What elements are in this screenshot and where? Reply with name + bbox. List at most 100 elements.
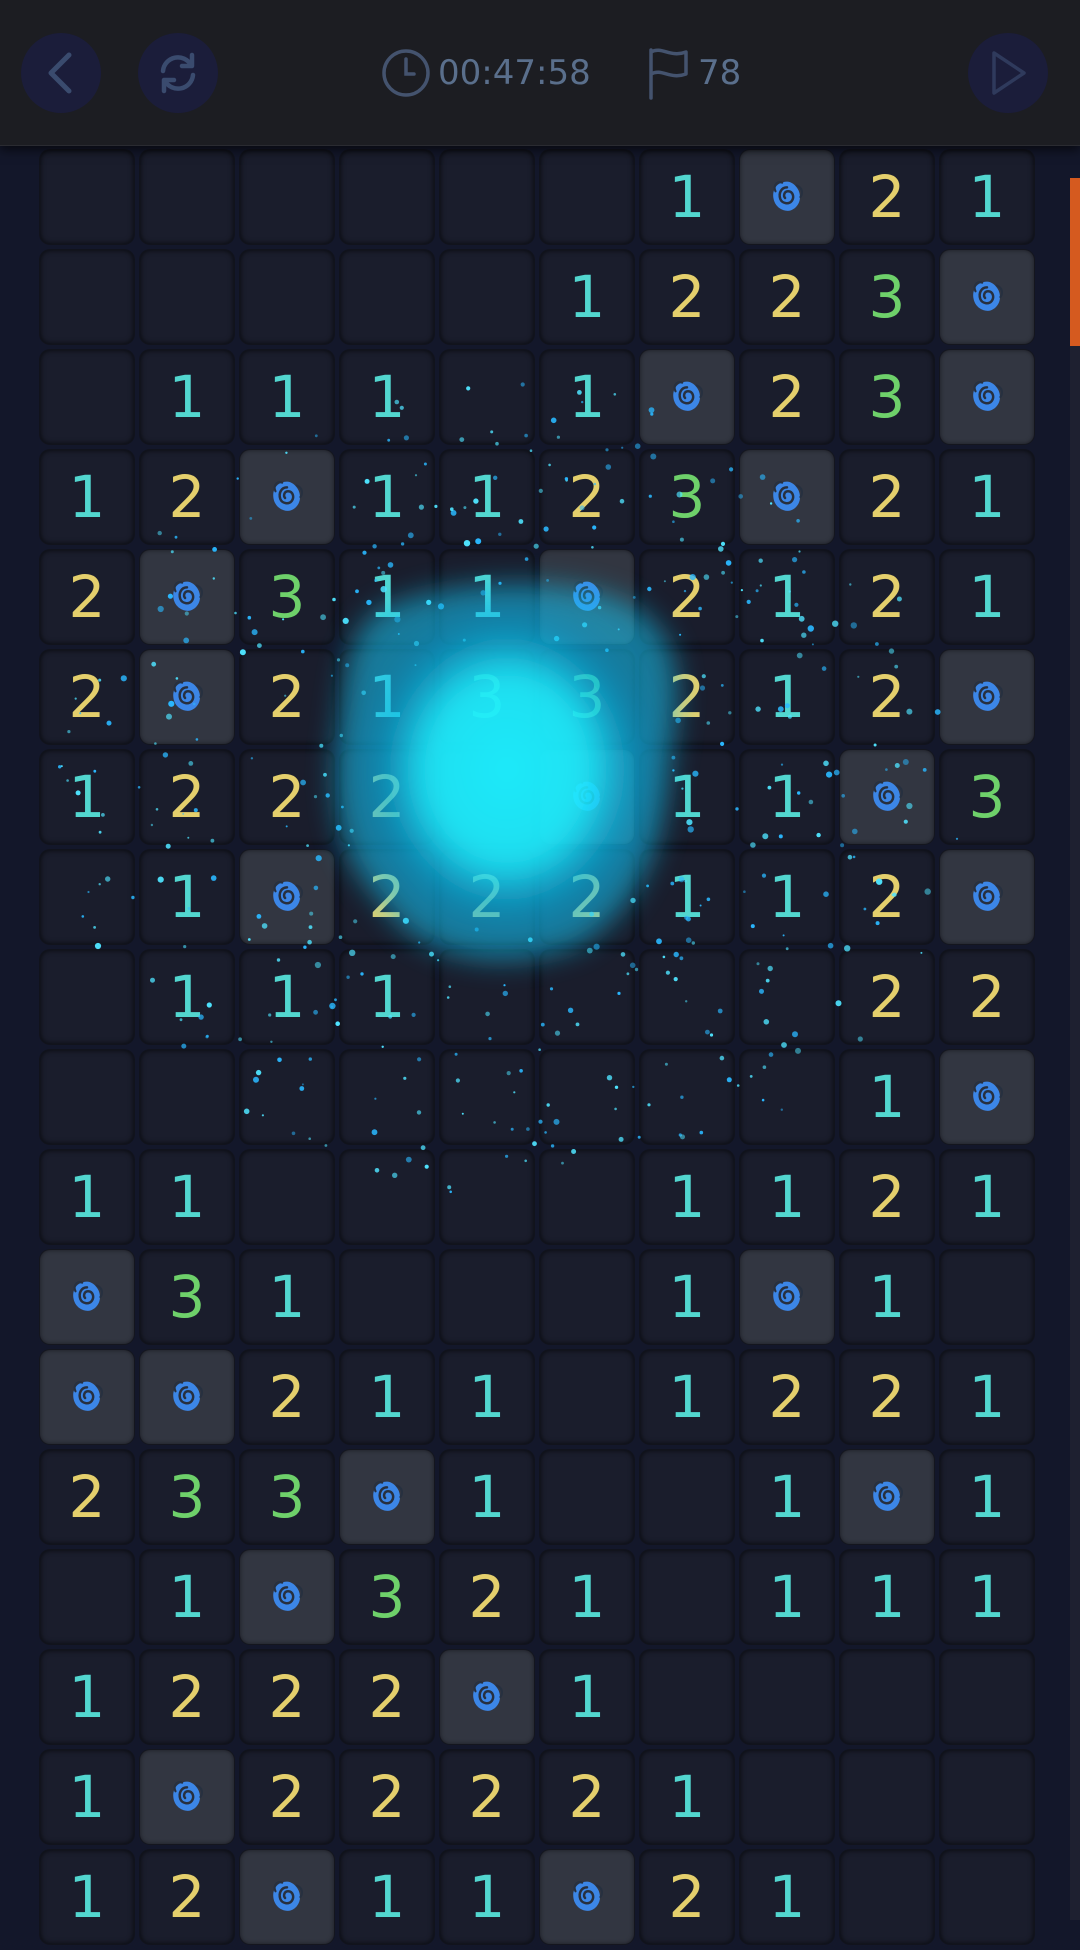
empty-cell[interactable] — [540, 1050, 634, 1144]
number-cell[interactable]: 1 — [240, 350, 334, 444]
number-cell[interactable]: 2 — [40, 550, 134, 644]
number-cell[interactable]: 1 — [440, 450, 534, 544]
number-cell[interactable]: 1 — [40, 1650, 134, 1744]
empty-cell[interactable] — [840, 1750, 934, 1844]
number-cell[interactable]: 1 — [940, 1350, 1034, 1444]
empty-cell[interactable] — [440, 950, 534, 1044]
number-cell[interactable]: 2 — [940, 950, 1034, 1044]
number-cell[interactable]: 1 — [740, 1850, 834, 1944]
number-cell[interactable]: 3 — [940, 750, 1034, 844]
mine-cell[interactable] — [40, 1250, 134, 1344]
number-cell[interactable]: 1 — [640, 1350, 734, 1444]
number-cell[interactable]: 1 — [40, 1150, 134, 1244]
empty-cell[interactable] — [940, 1850, 1034, 1944]
restart-button[interactable] — [138, 33, 218, 113]
empty-cell[interactable] — [840, 1650, 934, 1744]
empty-cell[interactable] — [540, 1450, 634, 1544]
number-cell[interactable]: 1 — [240, 1250, 334, 1344]
empty-cell[interactable] — [640, 1450, 734, 1544]
empty-cell[interactable] — [540, 150, 634, 244]
number-cell[interactable]: 1 — [140, 950, 234, 1044]
mine-cell[interactable] — [440, 1650, 534, 1744]
number-cell[interactable]: 1 — [640, 1250, 734, 1344]
empty-cell[interactable] — [440, 1050, 534, 1144]
number-cell[interactable]: 3 — [340, 1550, 434, 1644]
number-cell[interactable]: 1 — [140, 1150, 234, 1244]
empty-cell[interactable] — [40, 1050, 134, 1144]
number-cell[interactable]: 1 — [140, 850, 234, 944]
number-cell[interactable]: 2 — [740, 1350, 834, 1444]
empty-cell[interactable] — [440, 150, 534, 244]
number-cell[interactable]: 1 — [440, 1450, 534, 1544]
number-cell[interactable]: 1 — [540, 1550, 634, 1644]
number-cell[interactable]: 3 — [240, 550, 334, 644]
mine-cell[interactable] — [940, 1050, 1034, 1144]
number-cell[interactable]: 2 — [640, 550, 734, 644]
mine-cell[interactable] — [240, 850, 334, 944]
number-cell[interactable]: 2 — [340, 750, 434, 844]
back-button[interactable] — [21, 33, 101, 113]
number-cell[interactable]: 2 — [540, 450, 634, 544]
empty-cell[interactable] — [340, 150, 434, 244]
empty-cell[interactable] — [140, 250, 234, 344]
mine-cell[interactable] — [40, 1350, 134, 1444]
empty-cell[interactable] — [540, 1150, 634, 1244]
number-cell[interactable]: 2 — [440, 1750, 534, 1844]
number-cell[interactable]: 3 — [140, 1450, 234, 1544]
number-cell[interactable]: 2 — [140, 1650, 234, 1744]
mine-cell[interactable] — [140, 1350, 234, 1444]
number-cell[interactable]: 3 — [640, 450, 734, 544]
empty-cell[interactable] — [140, 1050, 234, 1144]
number-cell[interactable]: 2 — [540, 850, 634, 944]
mine-cell[interactable] — [140, 1750, 234, 1844]
play-button[interactable] — [968, 33, 1048, 113]
number-cell[interactable]: 1 — [340, 550, 434, 644]
number-cell[interactable]: 1 — [840, 1250, 934, 1344]
mine-cell[interactable] — [940, 350, 1034, 444]
empty-cell[interactable] — [440, 750, 534, 844]
mine-cell[interactable] — [740, 150, 834, 244]
empty-cell[interactable] — [440, 250, 534, 344]
number-cell[interactable]: 2 — [840, 550, 934, 644]
empty-cell[interactable] — [40, 150, 134, 244]
mine-cell[interactable] — [340, 1450, 434, 1544]
number-cell[interactable]: 2 — [240, 1650, 334, 1744]
mine-cell[interactable] — [140, 650, 234, 744]
number-cell[interactable]: 1 — [740, 750, 834, 844]
number-cell[interactable]: 1 — [940, 150, 1034, 244]
mine-cell[interactable] — [940, 850, 1034, 944]
empty-cell[interactable] — [440, 350, 534, 444]
empty-cell[interactable] — [240, 150, 334, 244]
empty-cell[interactable] — [640, 950, 734, 1044]
number-cell[interactable]: 2 — [140, 750, 234, 844]
number-cell[interactable]: 1 — [640, 750, 734, 844]
mine-cell[interactable] — [840, 750, 934, 844]
number-cell[interactable]: 1 — [840, 1050, 934, 1144]
number-cell[interactable]: 2 — [840, 1350, 934, 1444]
empty-cell[interactable] — [440, 1250, 534, 1344]
empty-cell[interactable] — [440, 1150, 534, 1244]
scrollbar[interactable] — [1070, 178, 1080, 1920]
number-cell[interactable]: 1 — [740, 650, 834, 744]
empty-cell[interactable] — [240, 1150, 334, 1244]
empty-cell[interactable] — [640, 1550, 734, 1644]
empty-cell[interactable] — [740, 1050, 834, 1144]
number-cell[interactable]: 1 — [940, 550, 1034, 644]
number-cell[interactable]: 3 — [840, 350, 934, 444]
empty-cell[interactable] — [340, 250, 434, 344]
number-cell[interactable]: 1 — [740, 1550, 834, 1644]
number-cell[interactable]: 1 — [140, 1550, 234, 1644]
empty-cell[interactable] — [140, 150, 234, 244]
number-cell[interactable]: 3 — [840, 250, 934, 344]
number-cell[interactable]: 1 — [740, 1450, 834, 1544]
number-cell[interactable]: 2 — [540, 1750, 634, 1844]
number-cell[interactable]: 1 — [340, 1350, 434, 1444]
number-cell[interactable]: 1 — [40, 1750, 134, 1844]
number-cell[interactable]: 2 — [40, 1450, 134, 1544]
empty-cell[interactable] — [940, 1750, 1034, 1844]
mine-cell[interactable] — [740, 450, 834, 544]
number-cell[interactable]: 3 — [240, 1450, 334, 1544]
number-cell[interactable]: 1 — [240, 950, 334, 1044]
empty-cell[interactable] — [40, 1550, 134, 1644]
empty-cell[interactable] — [40, 350, 134, 444]
